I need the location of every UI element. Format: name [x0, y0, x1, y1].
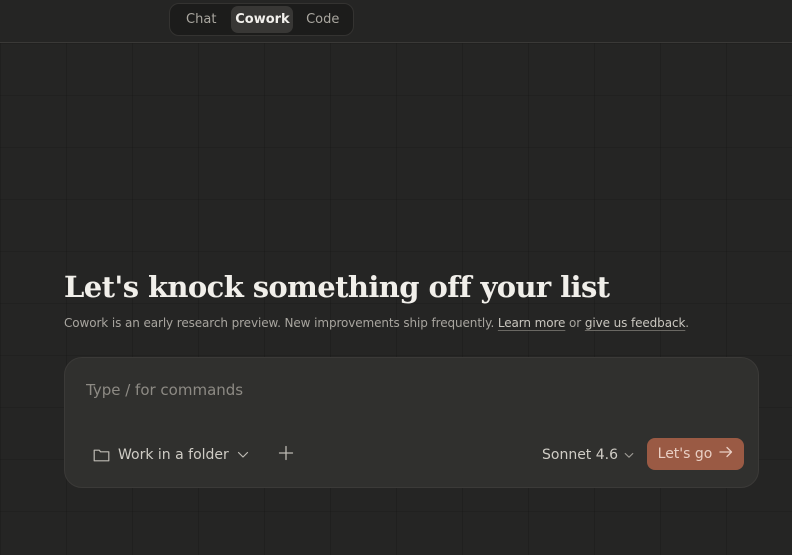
page-subtitle: Cowork is an early research preview. New…: [64, 316, 764, 330]
feedback-link[interactable]: give us feedback: [585, 316, 686, 330]
add-button[interactable]: [275, 444, 297, 466]
arrow-right-icon: [719, 446, 733, 462]
folder-label: Work in a folder: [118, 447, 229, 463]
learn-more-link[interactable]: Learn more: [498, 316, 566, 330]
subtitle-period: .: [685, 316, 690, 330]
mode-switcher: Chat Cowork Code: [169, 3, 354, 36]
chevron-down-icon: [624, 447, 634, 463]
chevron-down-icon: [237, 451, 249, 459]
work-in-folder-button[interactable]: Work in a folder: [93, 443, 249, 467]
composer-card: Work in a folder Sonnet 4.6: [64, 357, 759, 488]
lets-go-label: Let's go: [657, 446, 713, 462]
subtitle-text: Cowork is an early research preview. New…: [64, 316, 498, 330]
model-selector[interactable]: Sonnet 4.6: [542, 443, 634, 467]
subtitle-or: or: [565, 316, 585, 330]
tab-code[interactable]: Code: [295, 6, 350, 33]
plus-icon: [278, 445, 294, 465]
cowork-page: Chat Cowork Code Let's knock something o…: [0, 0, 792, 555]
page-title: Let's knock something off your list: [64, 270, 610, 304]
tab-chat[interactable]: Chat: [173, 6, 229, 33]
folder-icon: [93, 448, 110, 462]
model-label: Sonnet 4.6: [542, 447, 619, 463]
lets-go-button[interactable]: Let's go: [647, 438, 744, 470]
tab-cowork[interactable]: Cowork: [231, 6, 294, 33]
top-bar: Chat Cowork Code: [0, 0, 792, 43]
prompt-input[interactable]: [86, 378, 726, 402]
